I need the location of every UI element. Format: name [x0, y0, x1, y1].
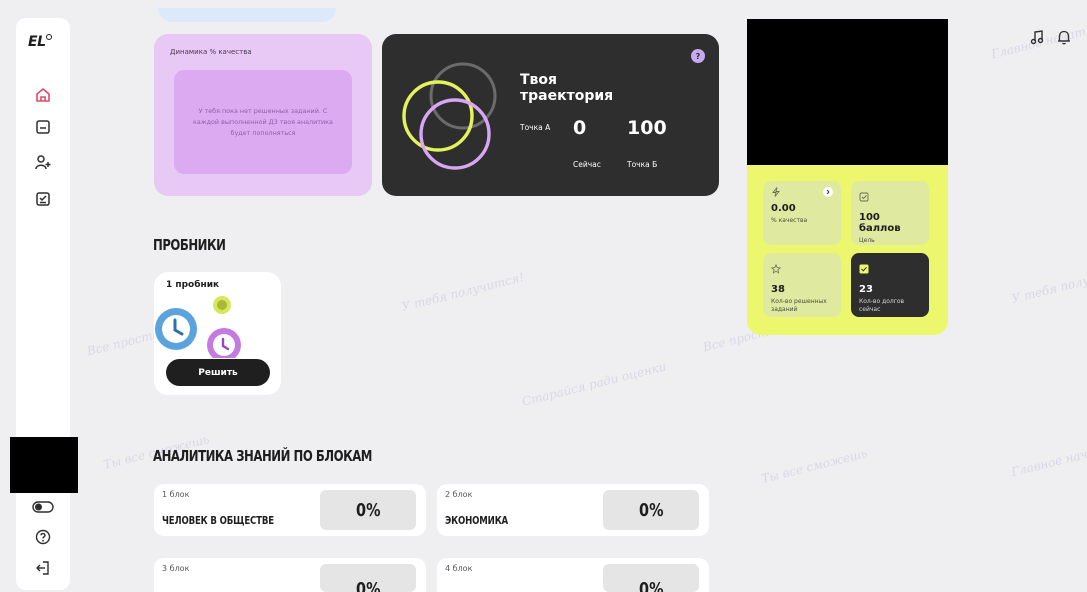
stat-label: Кол-во решенных заданий [771, 298, 827, 313]
help-icon[interactable] [34, 528, 52, 546]
checklist-icon[interactable] [34, 190, 52, 208]
redacted-area [10, 437, 78, 493]
point-a-label: Точка А [520, 123, 551, 132]
stat-value: 0.00 [771, 203, 796, 214]
stat-label: Цель [859, 237, 875, 244]
trajectory-rings-icon [402, 62, 497, 170]
stat-label: Кол-во долгов сейчас [859, 298, 905, 313]
info-icon[interactable]: ? [691, 49, 705, 63]
stat-goal[interactable]: 100 баллов Цель [851, 181, 929, 245]
toggle-icon[interactable] [32, 498, 54, 516]
probnik-card[interactable]: 1 пробник Решить [154, 272, 281, 395]
music-note-icon[interactable] [1028, 28, 1046, 46]
block-percent: 0% [603, 490, 699, 530]
doodle-text: Старайся ради оценки [520, 359, 668, 409]
logout-icon[interactable] [34, 559, 52, 577]
lightning-icon [772, 187, 780, 197]
analytics-heading: АНАЛИТИКА ЗНАНИЙ ПО БЛОКАМ [153, 447, 372, 465]
doodle-text: Главное начать [1009, 440, 1087, 480]
stat-quality[interactable]: 0.00 % качества [763, 181, 841, 245]
block-card[interactable]: 4 блок 0% [437, 558, 709, 592]
document-icon[interactable] [34, 118, 52, 136]
stats-panel: 0.00 % качества 100 баллов Цель 38 Кол-в… [747, 165, 948, 335]
block-label: 1 блок [162, 490, 190, 499]
probniki-heading: ПРОБНИКИ [153, 236, 226, 254]
block-label: 4 блок [445, 564, 473, 573]
doodle-text: Ты все сможешь [759, 446, 869, 486]
quality-placeholder: У тебя пока нет решенных заданий. С кажд… [174, 70, 352, 174]
check-box-icon [859, 264, 869, 274]
target-score: 100 [627, 117, 667, 139]
stat-label: % качества [771, 217, 808, 224]
clocks-illustration-icon [155, 296, 241, 358]
stat-solved[interactable]: 38 Кол-во решенных заданий [763, 253, 841, 317]
sidebar: EL [16, 18, 70, 590]
quality-title: Динамика % качества [170, 48, 252, 56]
current-score: 0 [573, 117, 587, 139]
logo[interactable]: EL [28, 34, 53, 50]
block-percent: 0% [320, 564, 416, 592]
quality-message: У тебя пока нет решенных заданий. С кажд… [193, 106, 333, 137]
stat-value: 23 [859, 284, 873, 295]
block-name: ЭКОНОМИКА [445, 514, 509, 527]
block-card[interactable]: 3 блок 0% [154, 558, 426, 592]
chevron-right-icon[interactable] [823, 187, 833, 197]
probnik-title: 1 пробник [166, 280, 220, 290]
redacted-area [747, 19, 948, 165]
add-user-icon[interactable] [34, 153, 52, 171]
doodle-text: У тебя получится! [400, 270, 526, 314]
current-label: Сейчас [573, 160, 601, 169]
target-check-icon [859, 192, 869, 202]
home-icon[interactable] [34, 86, 52, 104]
block-card[interactable]: 2 блок ЭКОНОМИКА 0% [437, 484, 709, 536]
quality-dynamics-card: Динамика % качества У тебя пока нет реше… [154, 34, 372, 196]
stat-value: 38 [771, 284, 785, 295]
block-card[interactable]: 1 блок ЧЕЛОВЕК В ОБЩЕСТВЕ 0% [154, 484, 426, 536]
star-icon [770, 263, 782, 274]
stat-value: 100 баллов [859, 212, 901, 234]
target-label: Точка Б [627, 160, 658, 169]
block-label: 3 блок [162, 564, 190, 573]
block-name: ЧЕЛОВЕК В ОБЩЕСТВЕ [162, 514, 274, 527]
solve-button[interactable]: Решить [166, 359, 270, 386]
block-label: 2 блок [445, 490, 473, 499]
trajectory-card: Твоя траектория Точка А 0 Сейчас 100 Точ… [382, 34, 719, 196]
bell-icon[interactable] [1055, 28, 1073, 46]
stat-debts[interactable]: 23 Кол-во долгов сейчас [851, 253, 929, 317]
doodle-text: У тебя получится! [1010, 262, 1087, 306]
block-percent: 0% [603, 564, 699, 592]
top-banner-edge [158, 8, 336, 22]
block-percent: 0% [320, 490, 416, 530]
trajectory-title: Твоя траектория [520, 72, 614, 104]
